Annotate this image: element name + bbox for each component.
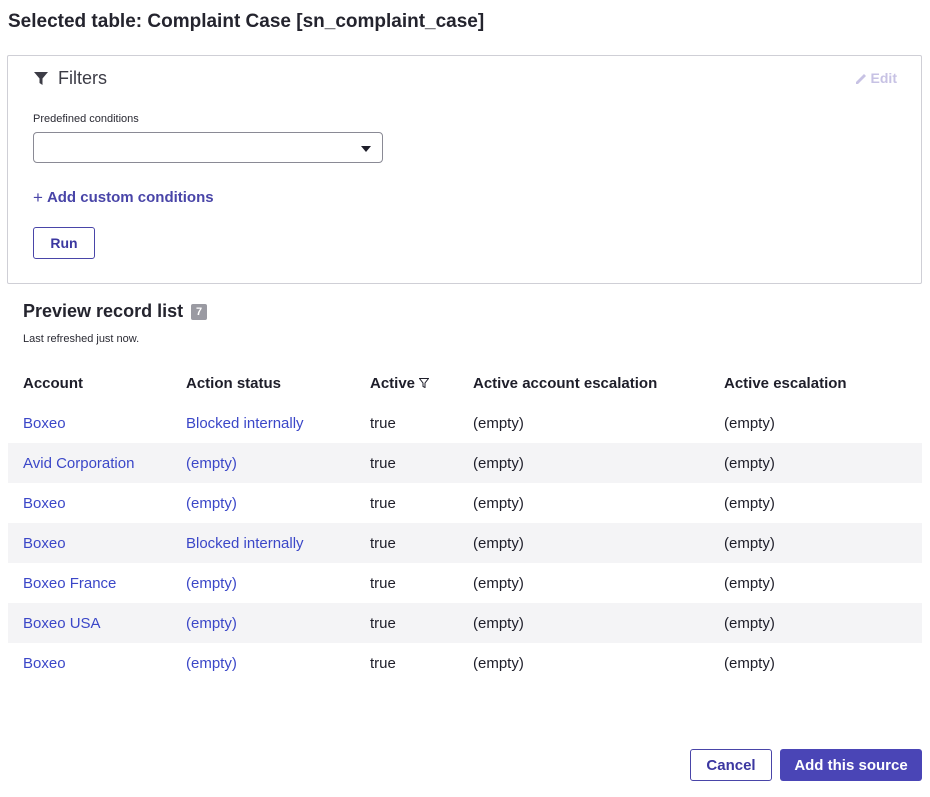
column-header-active-label: Active: [370, 374, 416, 392]
column-header-active-escalation[interactable]: Active escalation: [724, 375, 922, 392]
add-custom-conditions-label: Add custom conditions: [46, 189, 214, 206]
cell-active-escalation: (empty): [724, 614, 775, 632]
table-body: Boxeo Blocked internally true (empty) (empty…: [8, 403, 922, 683]
add-custom-conditions-link[interactable]: + Add custom conditions: [33, 189, 214, 206]
caret-down-icon: [361, 146, 371, 152]
cell-active-account-escalation: (empty): [473, 454, 524, 472]
column-header-action-status[interactable]: Action status: [186, 375, 370, 392]
cell-active-escalation: (empty): [724, 414, 775, 432]
table-row[interactable]: Boxeo Blocked internally true (empty) (empty…: [8, 523, 922, 563]
cell-action-status[interactable]: Blocked internally: [186, 415, 370, 432]
predefined-conditions-label: Predefined conditions: [33, 113, 139, 125]
cell-account[interactable]: Boxeo: [8, 535, 186, 552]
cell-active-account-escalation: (empty): [473, 614, 524, 632]
cell-active-escalation: (empty): [724, 494, 775, 512]
cell-account[interactable]: Boxeo France: [8, 575, 186, 592]
filters-panel: Filters Edit Predefined conditions + Add…: [7, 55, 922, 284]
table-row[interactable]: Boxeo Blocked internally true (empty) (empty…: [8, 403, 922, 443]
filter-icon: [419, 378, 430, 388]
cell-active: true: [370, 494, 396, 512]
cell-active-escalation: (empty): [724, 534, 775, 552]
cell-active: true: [370, 534, 396, 552]
preview-header: Preview record list 7: [23, 301, 208, 322]
cell-active: true: [370, 614, 396, 632]
record-count-badge: 7: [191, 303, 208, 320]
cell-action-status[interactable]: (empty): [186, 655, 370, 672]
add-this-source-button[interactable]: Add this source: [780, 749, 922, 781]
cell-active-escalation: (empty): [724, 654, 775, 672]
edit-button[interactable]: Edit: [855, 70, 897, 86]
funnel-icon: [34, 71, 48, 85]
cell-active: true: [370, 414, 396, 432]
filters-header: Filters: [34, 68, 107, 89]
cell-active-account-escalation: (empty): [473, 494, 524, 512]
table-row[interactable]: Avid Corporation (empty) true (empty) (empty…: [8, 443, 922, 483]
page-title: Selected table: Complaint Case [sn_compl…: [8, 11, 485, 32]
cell-active: true: [370, 574, 396, 592]
table-row[interactable]: Boxeo (empty) true (empty) (empty): [8, 483, 922, 523]
preview-table: Account Action status Active Active acco…: [8, 363, 922, 683]
cell-action-status[interactable]: (empty): [186, 575, 370, 592]
column-header-active[interactable]: Active: [370, 375, 473, 392]
plus-icon: +: [33, 188, 43, 207]
cell-account[interactable]: Boxeo: [8, 415, 186, 432]
column-header-account[interactable]: Account: [8, 375, 186, 392]
pencil-icon: [855, 73, 866, 84]
edit-label: Edit: [870, 70, 897, 86]
cell-active: true: [370, 454, 396, 472]
cell-action-status[interactable]: (empty): [186, 615, 370, 632]
cell-active-account-escalation: (empty): [473, 654, 524, 672]
filters-title: Filters: [58, 68, 107, 88]
cell-action-status[interactable]: (empty): [186, 455, 370, 472]
cell-account[interactable]: Avid Corporation: [8, 455, 186, 472]
cell-action-status[interactable]: (empty): [186, 495, 370, 512]
cell-account[interactable]: Boxeo: [8, 495, 186, 512]
cell-active-account-escalation: (empty): [473, 574, 524, 592]
cell-active-escalation: (empty): [724, 454, 775, 472]
run-button[interactable]: Run: [33, 227, 95, 259]
table-row[interactable]: Boxeo France (empty) true (empty) (empty): [8, 563, 922, 603]
cell-account[interactable]: Boxeo: [8, 655, 186, 672]
column-header-active-account-escalation[interactable]: Active account escalation: [473, 375, 724, 392]
cancel-button[interactable]: Cancel: [690, 749, 772, 781]
preview-title: Preview record list: [23, 301, 184, 321]
table-header: Account Action status Active Active acco…: [8, 363, 922, 403]
cell-active-account-escalation: (empty): [473, 414, 524, 432]
cell-active-escalation: (empty): [724, 574, 775, 592]
table-row[interactable]: Boxeo USA (empty) true (empty) (empty): [8, 603, 922, 643]
cell-active: true: [370, 654, 396, 672]
predefined-conditions-select[interactable]: [33, 132, 383, 163]
cell-active-account-escalation: (empty): [473, 534, 524, 552]
table-row[interactable]: Boxeo (empty) true (empty) (empty): [8, 643, 922, 683]
cell-account[interactable]: Boxeo USA: [8, 615, 186, 632]
last-refreshed-text: Last refreshed just now.: [23, 333, 140, 345]
cell-action-status[interactable]: Blocked internally: [186, 535, 370, 552]
